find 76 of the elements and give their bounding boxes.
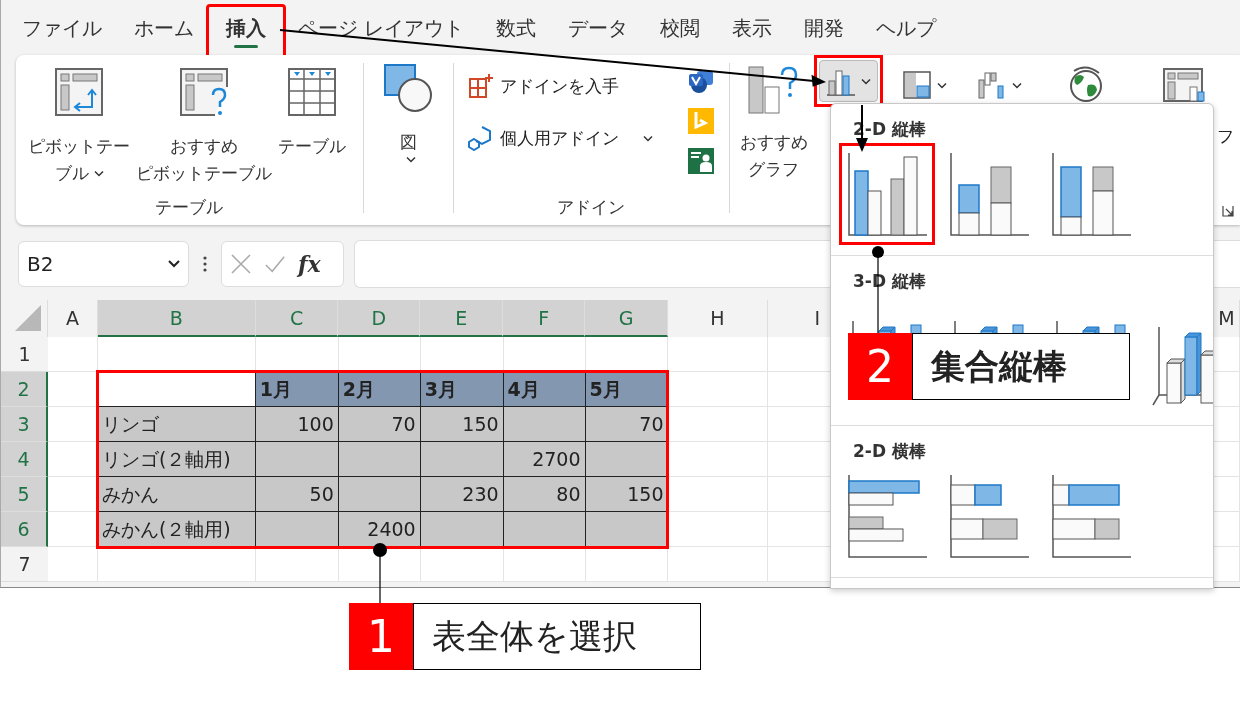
close-icon[interactable] [230, 253, 252, 275]
ribbon-button[interactable]: おすすめ ピボットテーブル [136, 67, 272, 196]
table-cell: 70 [338, 407, 421, 442]
table-cell: みかん [97, 477, 256, 512]
step-number: 2 [848, 333, 912, 400]
column-header[interactable]: H [667, 300, 768, 337]
table-cell: リンゴ(２軸用) [97, 442, 256, 477]
pivot-table-icon [54, 67, 104, 117]
ribbon-tab[interactable]: 数式 [480, 0, 553, 52]
grid-cell [47, 337, 98, 372]
table-cell: 2400 [338, 512, 421, 547]
addin-button[interactable]: 個人用アドイン [467, 125, 673, 151]
ribbon-tab[interactable]: 表示 [716, 0, 789, 52]
ribbon-tab[interactable]: 校閲 [644, 0, 717, 52]
table-cell: みかん(２軸用) [97, 512, 256, 547]
row-header[interactable]: 5 [1, 477, 48, 512]
group-label: テーブル [154, 196, 225, 219]
table-cell: 150 [420, 407, 504, 442]
table-cell: 2月 [338, 372, 421, 407]
table-cell: 80 [503, 477, 586, 512]
ribbon-tab[interactable]: ホーム [118, 0, 210, 52]
section-title: 2-D 横棒 [852, 440, 927, 463]
ribbon-button[interactable]: テーブル [278, 67, 346, 196]
ribbon-tab[interactable]: ファイル [6, 0, 118, 52]
row-header[interactable]: 1 [1, 337, 48, 372]
hexagon-icon [467, 125, 494, 151]
leader-line [373, 543, 387, 604]
table-cell: 230 [420, 477, 504, 512]
shapes-button[interactable]: 図 [383, 63, 434, 163]
more-icon[interactable] [203, 256, 207, 272]
table-cell: 1月 [255, 372, 339, 407]
table-icon [287, 67, 337, 117]
treemap-icon [902, 70, 932, 100]
table-cell: 2700 [503, 442, 586, 477]
insert-function-button[interactable]: fx [298, 251, 321, 277]
grid-plus-icon [467, 73, 494, 99]
table-cell: 5月 [585, 372, 669, 407]
group-label: アドイン [556, 196, 627, 219]
button-label: フ [1217, 125, 1234, 148]
people-graph-icon[interactable] [686, 147, 715, 175]
ribbon-tab[interactable]: 開発 [788, 0, 861, 52]
ribbon-tab[interactable]: ヘルプ [860, 0, 953, 52]
ribbon-tab[interactable]: データ [552, 0, 645, 52]
row-header[interactable]: 4 [1, 442, 48, 477]
table-cell: リンゴ [97, 407, 256, 442]
callout-text: 表全体を選択 [413, 603, 701, 670]
waterfall-chart-icon [977, 70, 1007, 100]
grid-cell [47, 547, 98, 582]
check-icon[interactable] [264, 253, 286, 275]
row-header[interactable]: 6 [1, 512, 48, 547]
column-header[interactable]: G [585, 300, 668, 337]
shapes-icon [383, 63, 434, 113]
step-number: 1 [349, 603, 413, 670]
pivot-table-question-icon [179, 67, 229, 117]
callout-text: 集合縦棒 [912, 333, 1130, 400]
table-cell: 150 [585, 477, 669, 512]
table-cell: 70 [585, 407, 669, 442]
table-cell: 50 [255, 477, 339, 512]
row-header[interactable]: 3 [1, 407, 48, 442]
caret-icon [168, 260, 180, 268]
table-cell: 3月 [420, 372, 504, 407]
recommended-chart-button[interactable]: おすすめ グラフ [730, 55, 814, 225]
ribbon-button[interactable]: ピボットテー ブル [28, 67, 130, 196]
column-header[interactable]: D [338, 300, 421, 337]
dialog-launcher-icon[interactable] [1222, 205, 1234, 217]
column-header[interactable]: B [97, 300, 256, 337]
addin-button[interactable]: アドインを入手 [467, 73, 673, 99]
row-header[interactable]: 2 [1, 372, 48, 407]
column-header[interactable]: E [420, 300, 504, 337]
column-header[interactable]: C [255, 300, 339, 337]
column-header[interactable]: A [47, 300, 98, 337]
row-header[interactable]: 7 [1, 547, 48, 582]
table-cell: 100 [255, 407, 339, 442]
name-box[interactable]: B2 [18, 241, 189, 287]
table-cell: 4月 [503, 372, 586, 407]
column-header[interactable]: F [503, 300, 586, 337]
